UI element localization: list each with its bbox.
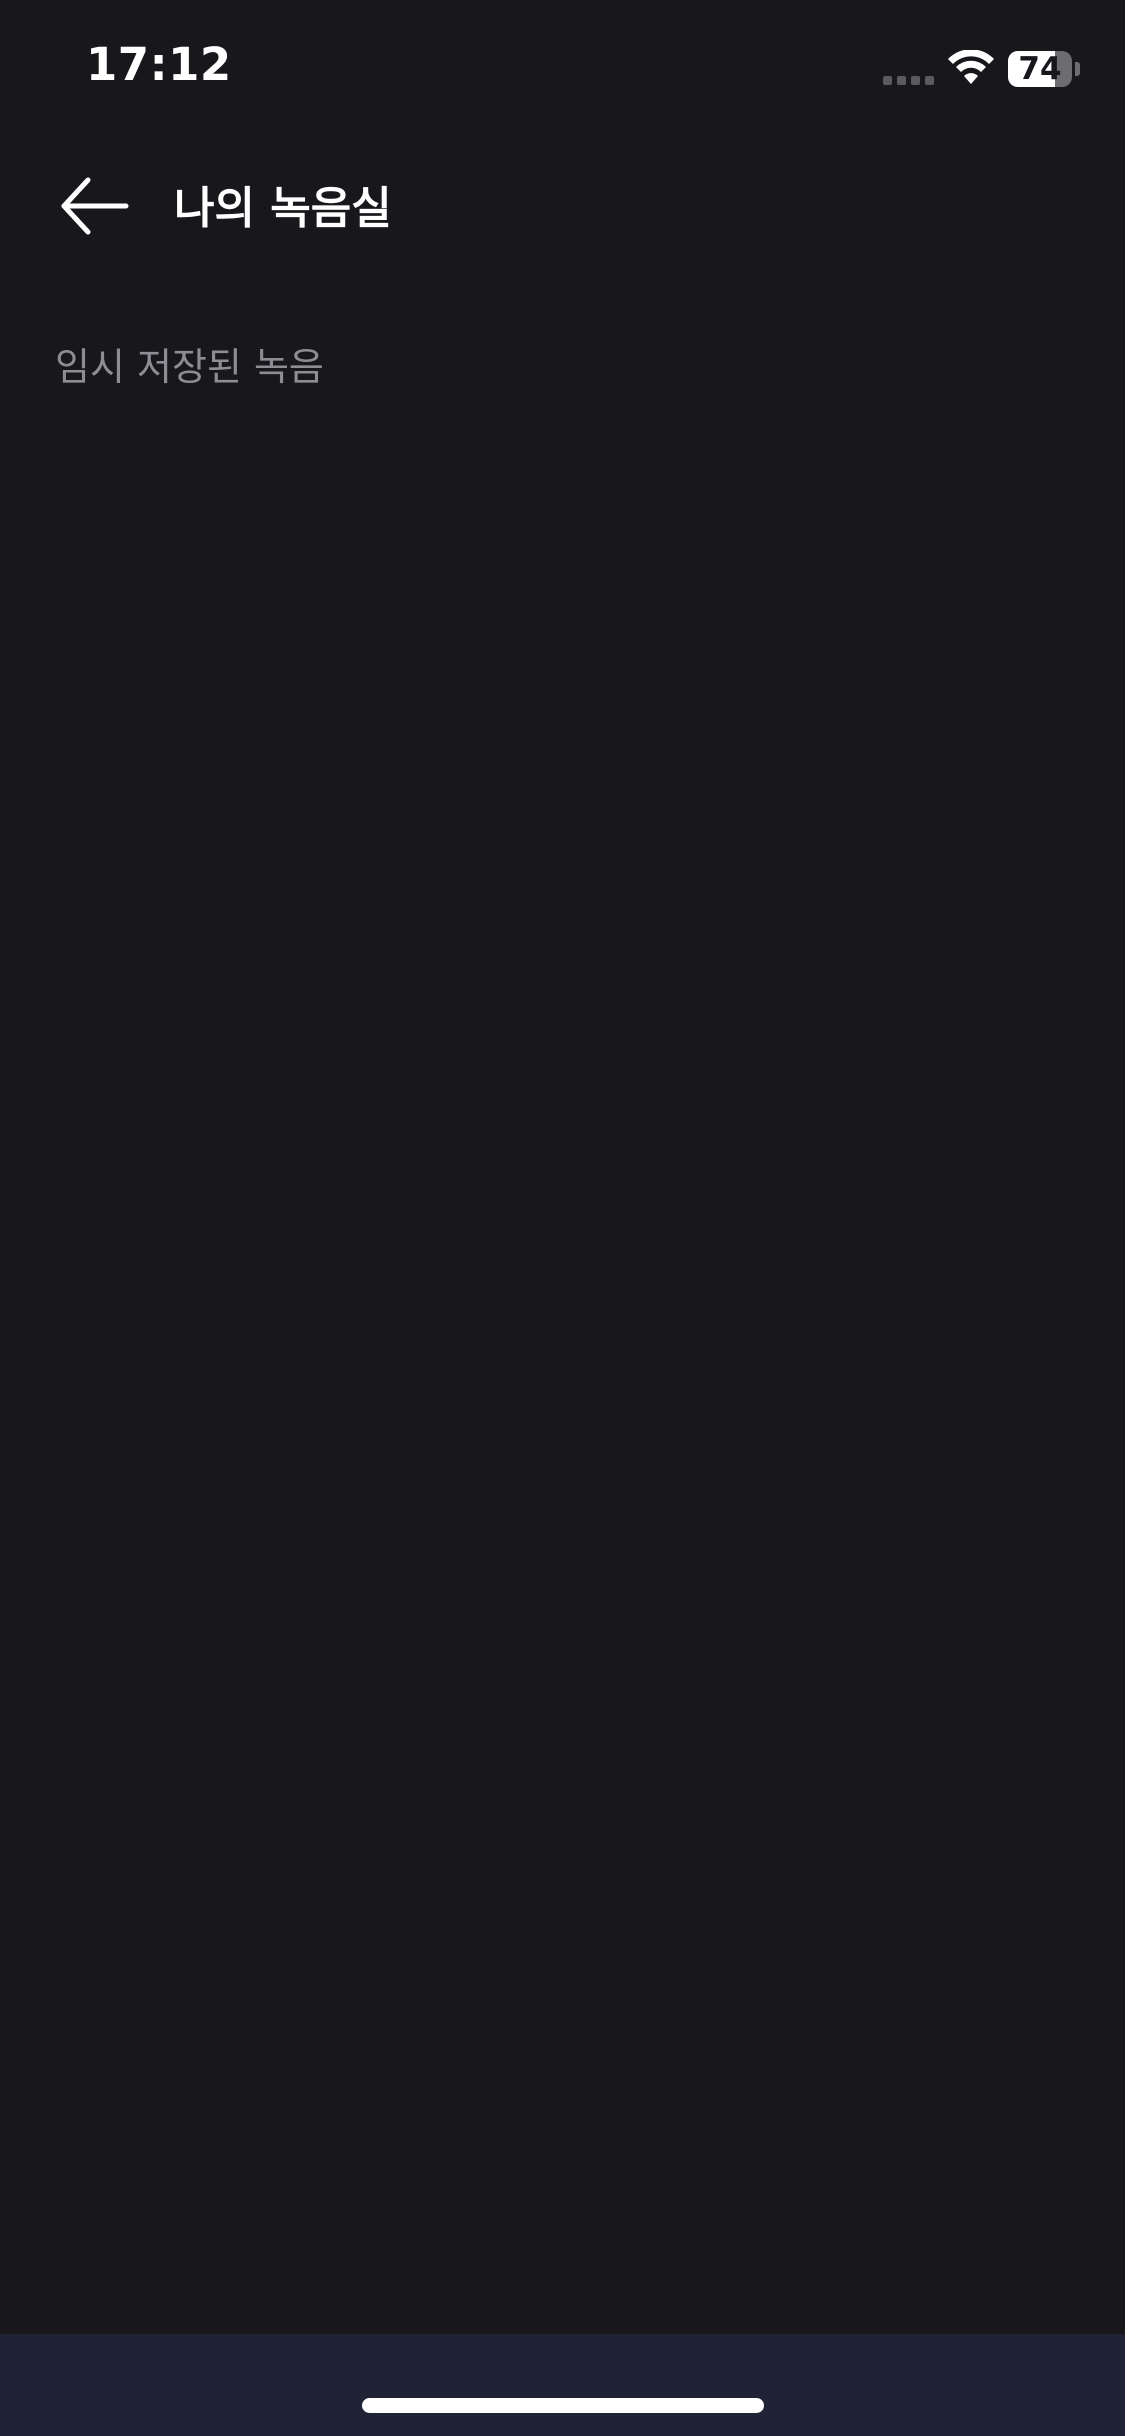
back-button[interactable] [50,160,140,240]
cellular-dots-icon [883,76,934,85]
wifi-icon [948,50,994,84]
status-time: 17:12 [86,38,232,91]
page-title: 나의 녹음실 [174,183,392,234]
section-label-temp-saved: 임시 저장된 녹음 [55,345,324,389]
arrow-left-icon[interactable] [58,176,130,236]
header: 나의 녹음실 [0,150,1125,250]
battery-percent: 74 [1018,51,1062,87]
home-indicator[interactable] [362,2398,764,2413]
battery-icon: 74 [1008,51,1072,87]
bottom-bar [0,2334,1125,2436]
battery-nub [1075,62,1080,76]
recording-studio-screen: 17:12 74 나의 녹음실 임시 저장된 녹음 [0,0,1125,2436]
status-bar: 17:12 74 [0,0,1125,132]
